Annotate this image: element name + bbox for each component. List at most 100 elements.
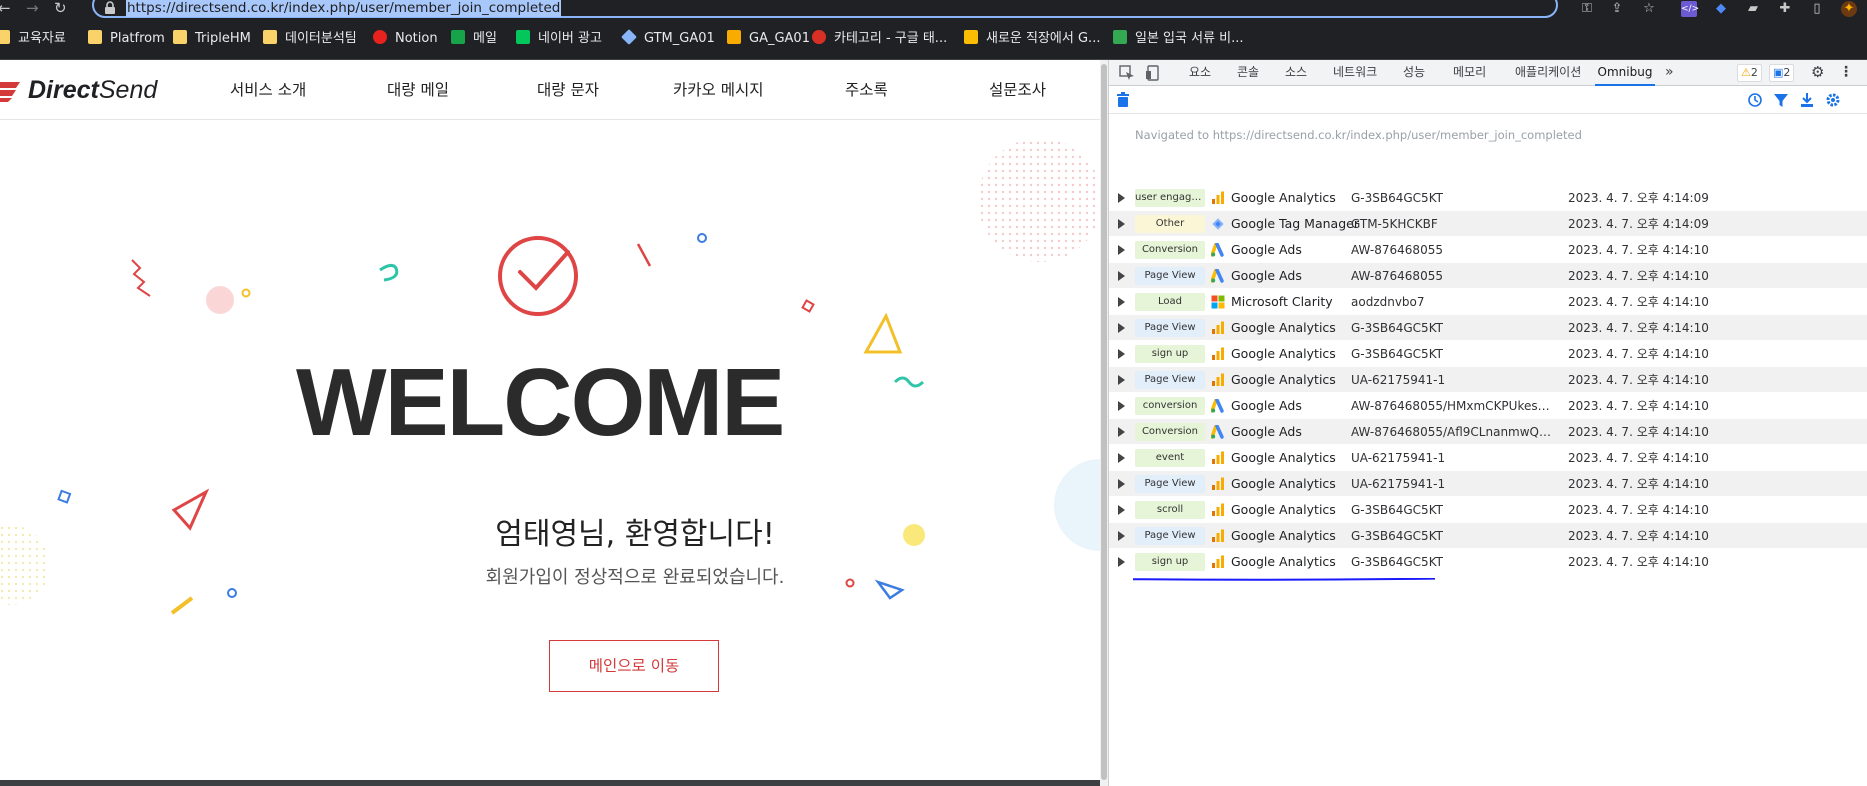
request-time: 2023. 4. 7. 오후 4:14:10 [1568,321,1709,335]
vendor-name: Google Tag Manager [1231,216,1359,231]
expand-arrow-icon[interactable] [1118,349,1125,359]
nav-address-book[interactable]: 주소록 [845,78,888,102]
bookmark-item[interactable]: Platfrom [88,30,165,48]
account-id: GTM-5KHCKBF [1351,217,1438,231]
bookmark-item[interactable]: 메일 [451,30,497,48]
puzzle-icon[interactable]: ✚ [1777,1,1793,17]
nav-bulk-mail[interactable]: 대량 메일 [387,78,449,102]
share-icon[interactable]: ⇪ [1609,1,1625,17]
sidebar-icon[interactable]: ▯ [1809,1,1825,17]
naver-icon [516,30,530,44]
directsend-logo-icon[interactable] [0,74,24,106]
bookmark-item[interactable]: Notion [373,30,438,48]
bookmark-item[interactable]: 카테고리 - 구글 태... [812,30,947,48]
request-row[interactable]: conversion Google Ads AW-876468055/HMxmCKP… [1109,393,1867,419]
request-row[interactable]: Page View Google Ads AW-876468055 2023. 4. … [1109,263,1867,289]
request-row[interactable]: Page View Google Analytics UA-62175941-1 20… [1109,367,1867,393]
tab-memory[interactable]: 메모리 [1453,60,1486,86]
tab-console[interactable]: 콘솔 [1237,60,1259,86]
expand-arrow-icon[interactable] [1118,427,1125,437]
bookmark-item[interactable]: GA_GA01 [727,30,810,48]
expand-arrow-icon[interactable] [1118,271,1125,281]
extension-icon[interactable]: ▰ [1745,1,1761,17]
inspect-icon[interactable] [1119,65,1135,81]
tab-application[interactable]: 애플리케이션 [1515,60,1581,86]
expand-arrow-icon[interactable] [1118,531,1125,541]
bookmark-item[interactable]: 교육자료 [0,30,66,48]
bookmark-item[interactable]: 새로운 직장에서 G... [964,30,1100,48]
site-logo[interactable]: DirectSend [28,74,157,106]
bookmark-item[interactable]: GTM_GA01 [621,29,715,48]
handwritten-underline [1133,578,1435,581]
bookmark-item[interactable]: 일본 입국 서류 비... [1113,30,1244,48]
request-time: 2023. 4. 7. 오후 4:14:10 [1568,529,1709,543]
device-toggle-icon[interactable] [1145,65,1161,81]
bookmark-item[interactable]: 네이버 광고 [516,30,602,48]
warnings-badge[interactable]: ⚠2 [1737,64,1762,82]
request-row[interactable]: Conversion Google Ads AW-876468055 2023. 4.… [1109,237,1867,263]
tab-elements[interactable]: 요소 [1189,60,1211,86]
reload-icon[interactable]: ↻ [54,0,67,18]
request-row[interactable]: Other Google Tag Manager GTM-5KHCKBF 2023. … [1109,211,1867,237]
site-horizontal-scrollbar[interactable] [0,780,1100,786]
vendor-name: Google Analytics [1231,346,1336,361]
request-row[interactable]: Page View Google Analytics UA-62175941-1 20… [1109,471,1867,497]
request-row[interactable]: user engage... Google Analytics G-3SB64GC5… [1109,185,1867,211]
ga-icon [1211,503,1225,517]
expand-arrow-icon[interactable] [1118,453,1125,463]
vendor-name: Google Ads [1231,424,1302,439]
expand-arrow-icon[interactable] [1118,323,1125,333]
request-row[interactable]: Page View Google Analytics G-3SB64GC5KT 202… [1109,523,1867,549]
history-icon[interactable] [1747,92,1763,108]
expand-arrow-icon[interactable] [1118,193,1125,203]
tab-omnibug[interactable]: Omnibug [1595,60,1655,86]
request-row[interactable]: sign up Google Analytics G-3SB64GC5KT 2023.… [1109,341,1867,367]
request-row[interactable]: Page View Google Analytics G-3SB64GC5KT 202… [1109,315,1867,341]
more-tabs-icon[interactable]: » [1665,60,1674,86]
filter-icon[interactable] [1773,92,1789,108]
site-scrollbar-thumb[interactable] [1101,64,1107,780]
download-icon[interactable] [1799,92,1815,108]
request-row[interactable]: Conversion Google Ads AW-876468055/Afl9CLn… [1109,419,1867,445]
star-icon[interactable]: ☆ [1641,1,1657,17]
greeting-text: 엄태영님, 환영합니다! [495,517,775,552]
mail-icon [451,30,465,44]
forward-icon[interactable]: → [26,0,39,18]
back-icon[interactable]: ← [0,0,11,18]
expand-arrow-icon[interactable] [1118,505,1125,515]
site-scrollbar[interactable] [1100,60,1108,786]
expand-arrow-icon[interactable] [1118,479,1125,489]
request-time: 2023. 4. 7. 오후 4:14:10 [1568,269,1709,283]
tab-sources[interactable]: 소스 [1285,60,1307,86]
messages-badge[interactable]: ▣2 [1769,64,1795,82]
more-options-icon[interactable]: ⋮ [1839,60,1853,86]
go-main-button[interactable]: 메인으로 이동 [549,640,719,692]
expand-arrow-icon[interactable] [1118,375,1125,385]
expand-arrow-icon[interactable] [1118,557,1125,567]
url-text[interactable]: https://directsend.co.kr/index.php/user/… [126,0,562,17]
nav-bulk-sms[interactable]: 대량 문자 [537,78,599,102]
settings-gear-icon[interactable]: ⚙ [1811,60,1824,86]
avatar[interactable]: ✦ [1841,1,1857,17]
nav-survey[interactable]: 설문조사 [989,78,1046,102]
clear-trash-icon[interactable] [1115,92,1131,108]
tag-extension-icon[interactable]: ◆ [1713,1,1729,17]
expand-arrow-icon[interactable] [1118,219,1125,229]
key-icon[interactable]: ⚿ [1579,1,1595,17]
expand-arrow-icon[interactable] [1118,245,1125,255]
request-row[interactable]: sign up Google Analytics G-3SB64GC5KT 2023.… [1109,549,1867,575]
request-row[interactable]: Load Microsoft Clarity aodzdnvbo7 2023. 4. … [1109,289,1867,315]
nav-kakao-message[interactable]: 카카오 메시지 [673,78,764,102]
bookmark-item[interactable]: 데이터분석팀 [263,30,357,48]
request-row[interactable]: scroll Google Analytics G-3SB64GC5KT 2023. … [1109,497,1867,523]
extension-code-icon[interactable]: </> [1681,1,1699,17]
request-type-badge: Other [1135,215,1205,233]
bookmark-item[interactable]: TripleHM [173,30,251,48]
nav-service-intro[interactable]: 서비스 소개 [230,78,306,102]
expand-arrow-icon[interactable] [1118,297,1125,307]
tab-performance[interactable]: 성능 [1403,60,1425,86]
omnibug-settings-icon[interactable] [1825,92,1841,108]
request-row[interactable]: event Google Analytics UA-62175941-1 2023. … [1109,445,1867,471]
expand-arrow-icon[interactable] [1118,401,1125,411]
tab-network[interactable]: 네트워크 [1333,60,1377,86]
